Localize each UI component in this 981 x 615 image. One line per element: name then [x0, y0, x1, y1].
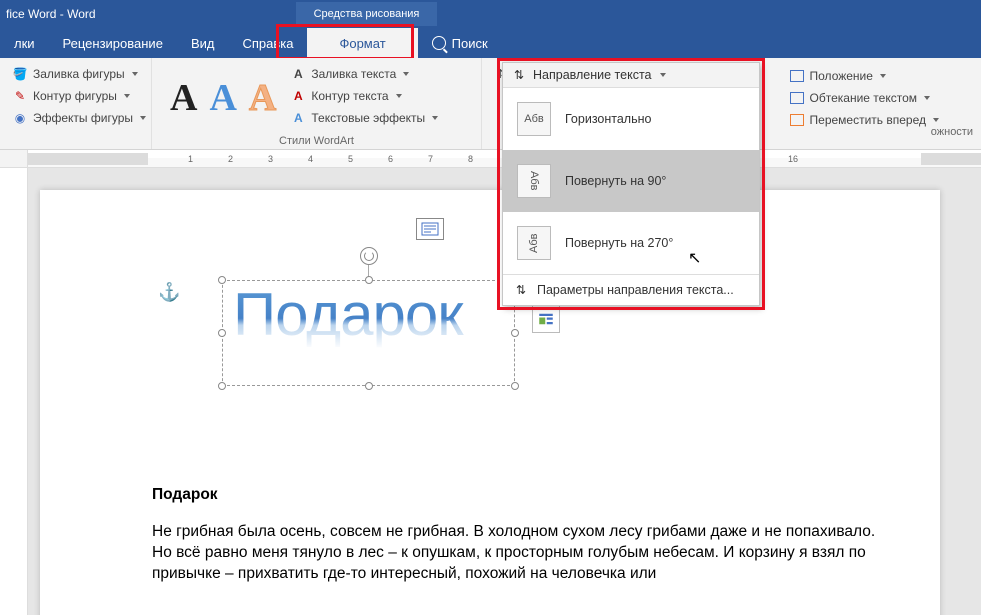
resize-handle[interactable]: [365, 382, 373, 390]
fill-icon: 🪣: [12, 66, 28, 82]
wordart-preset-3[interactable]: A: [249, 76, 276, 120]
position-icon: [789, 68, 805, 84]
direction-horizontal[interactable]: Абв Горизонтально: [503, 88, 759, 150]
contextual-tab-label: Средства рисования: [296, 2, 438, 26]
tab-review[interactable]: Рецензирование: [49, 28, 177, 58]
shape-outline-button[interactable]: ✎ Контур фигуры: [8, 86, 150, 106]
search-icon: [432, 36, 446, 50]
text-effects-button[interactable]: A Текстовые эффекты: [286, 108, 442, 128]
paragraph: Не грибная была осень, совсем не грибная…: [152, 522, 887, 585]
chevron-down-icon: [933, 118, 939, 122]
text-direction-icon: ⇅: [513, 282, 529, 298]
wordart-preset-2[interactable]: A: [209, 76, 236, 120]
chevron-down-icon: [403, 72, 409, 76]
document-area: ⚓ Подарок Подарок Не грибная была осень,…: [0, 168, 981, 615]
rotate-handle[interactable]: [360, 247, 378, 265]
search-box[interactable]: Поиск: [418, 28, 502, 58]
wordart-gallery[interactable]: A A A: [160, 62, 286, 133]
tab-format-wrap: Формат: [307, 28, 417, 58]
body-text[interactable]: Подарок Не грибная была осень, совсем не…: [152, 486, 887, 585]
text-direction-indicator: [416, 218, 444, 240]
tab-links[interactable]: лки: [0, 28, 49, 58]
tab-view[interactable]: Вид: [177, 28, 229, 58]
resize-handle[interactable]: [365, 276, 373, 284]
chevron-down-icon: [432, 116, 438, 120]
layout-options-icon: [537, 310, 555, 328]
vertical-ruler[interactable]: [0, 168, 28, 615]
thumb-rotate-270: Абв: [517, 226, 551, 260]
dropdown-header[interactable]: ⇅ Направление текста: [503, 63, 759, 88]
outline-icon: ✎: [12, 88, 28, 104]
shape-fill-button[interactable]: 🪣 Заливка фигуры: [8, 64, 150, 84]
wrap-text-button[interactable]: Обтекание текстом: [785, 88, 943, 108]
tab-format[interactable]: Формат: [307, 28, 417, 58]
shape-effects-button[interactable]: ◉ Эффекты фигуры: [8, 108, 150, 128]
thumb-horizontal: Абв: [517, 102, 551, 136]
search-label: Поиск: [452, 36, 488, 51]
text-outline-button[interactable]: A Контур текста: [286, 86, 442, 106]
direction-rotate-90[interactable]: Абв Повернуть на 90°: [503, 150, 759, 212]
bring-forward-button[interactable]: Переместить вперед: [785, 110, 943, 130]
text-fill-icon: A: [290, 66, 306, 82]
menu-bar: лки Рецензирование Вид Справка Формат По…: [0, 28, 981, 58]
resize-handle[interactable]: [218, 382, 226, 390]
chevron-down-icon: [880, 74, 886, 78]
resize-handle[interactable]: [218, 329, 226, 337]
bring-forward-icon: [789, 112, 805, 128]
arrange-controls: Положение Обтекание текстом Переместить …: [785, 66, 943, 130]
wordart-preset-1[interactable]: A: [170, 76, 197, 120]
text-outline-icon: A: [290, 88, 306, 104]
anchor-icon: ⚓: [158, 282, 180, 303]
tab-help[interactable]: Справка: [228, 28, 307, 58]
text-effects-icon: A: [290, 110, 306, 126]
text-direction-dropdown: ⇅ Направление текста Абв Горизонтально А…: [502, 62, 760, 306]
chevron-down-icon: [124, 94, 130, 98]
ribbon-group-shape-styles: 🪣 Заливка фигуры ✎ Контур фигуры ◉ Эффек…: [0, 58, 152, 149]
title-bar: fice Word - Word Средства рисования: [0, 0, 981, 28]
chevron-down-icon: [140, 116, 146, 120]
chevron-down-icon: [396, 94, 402, 98]
wordart-object[interactable]: Подарок: [222, 280, 515, 386]
thumb-rotate-90: Абв: [517, 164, 551, 198]
app-title: fice Word - Word: [0, 7, 96, 21]
chevron-down-icon: [924, 96, 930, 100]
page[interactable]: ⚓ Подарок Подарок Не грибная была осень,…: [40, 190, 940, 615]
ribbon-group-wordart: A A A A Заливка текста A Контур текста A…: [152, 58, 482, 149]
resize-handle[interactable]: [511, 329, 519, 337]
effects-icon: ◉: [12, 110, 28, 126]
direction-rotate-270[interactable]: Абв Повернуть на 270°: [503, 212, 759, 274]
ruler-corner: [0, 150, 28, 167]
wordart-text[interactable]: Подарок: [223, 281, 514, 349]
chevron-down-icon: [660, 73, 666, 77]
layout-options-button[interactable]: [532, 305, 560, 333]
ribbon: 🪣 Заливка фигуры ✎ Контур фигуры ◉ Эффек…: [0, 58, 981, 150]
text-fill-button[interactable]: A Заливка текста: [286, 64, 442, 84]
position-button[interactable]: Положение: [785, 66, 943, 86]
resize-handle[interactable]: [511, 382, 519, 390]
chevron-down-icon: [132, 72, 138, 76]
direction-options[interactable]: ⇅ Параметры направления текста...: [503, 274, 759, 305]
wrap-icon: [789, 90, 805, 106]
wordart-group-label: Стили WordArt: [160, 133, 473, 147]
heading: Подарок: [152, 486, 887, 504]
resize-handle[interactable]: [218, 276, 226, 284]
text-direction-icon: ⇅: [511, 67, 527, 83]
horizontal-ruler[interactable]: 21 123 456 789 101112 131415 16: [0, 150, 981, 168]
